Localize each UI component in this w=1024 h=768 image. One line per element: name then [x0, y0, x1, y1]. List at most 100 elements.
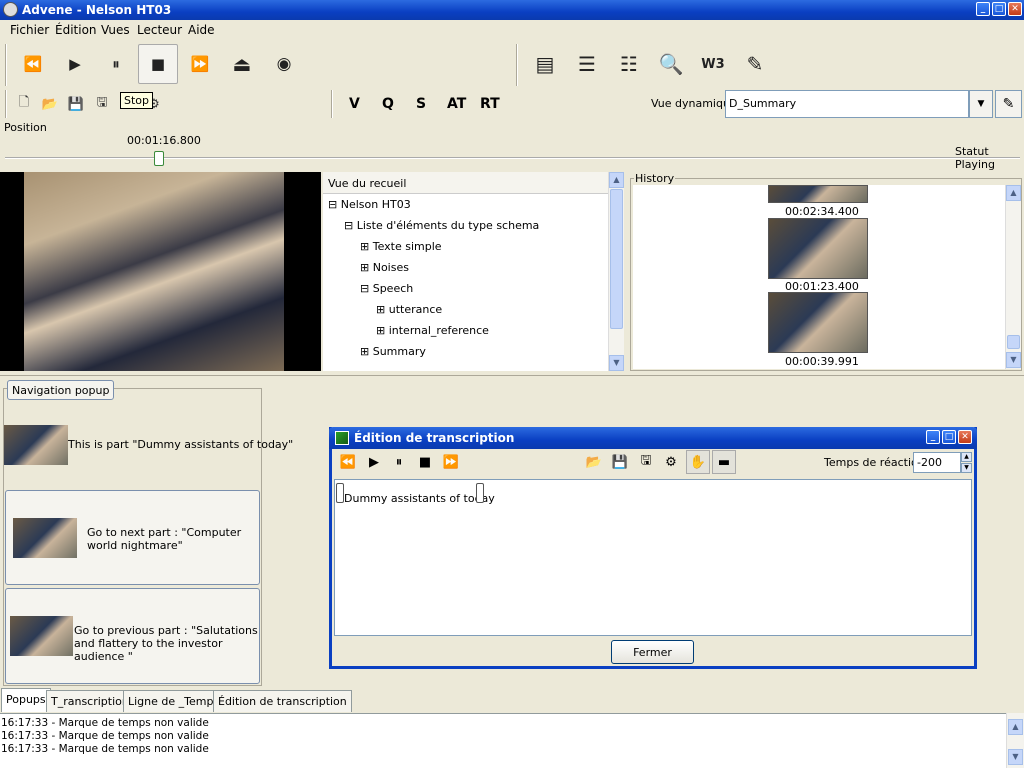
history-scrollbar[interactable]: ▲ ▼ [1005, 185, 1021, 369]
expand-icon[interactable]: ⊞ [360, 261, 369, 274]
position-slider-thumb[interactable] [154, 151, 165, 166]
tree-scrollbar-thumb[interactable] [610, 189, 623, 329]
expand-icon[interactable]: ⊞ [360, 345, 369, 358]
log-scrollbar[interactable]: ▲ ▼ [1006, 713, 1024, 768]
reaction-time-input[interactable]: -200 [913, 452, 961, 473]
dialog-pause-button[interactable]: ⏸ [389, 452, 409, 472]
dynamic-view-select[interactable]: D_Summary [725, 90, 969, 118]
edit-dynamic-view-button[interactable]: ✎ [995, 90, 1022, 118]
tree-item-speech[interactable]: ⊟ Speech [360, 282, 413, 295]
forward-button[interactable]: ⏩ [180, 44, 220, 84]
dialog-rewind-button[interactable]: ⏪ [338, 452, 358, 472]
dialog-maximize-button[interactable]: □ [942, 430, 956, 444]
history-thumbnail[interactable] [768, 218, 868, 279]
dialog-hand-toggle[interactable]: ✋ [686, 450, 710, 474]
search-button[interactable]: 🔍 [651, 44, 691, 84]
quick-button-at[interactable]: AT [447, 96, 466, 112]
stop-button[interactable]: ■ [138, 44, 178, 84]
expand-icon[interactable]: ⊞ [376, 324, 385, 337]
tree-item-nelson[interactable]: ⊟ Nelson HT03 [328, 198, 411, 211]
forward-icon: ⏩ [442, 454, 460, 470]
menu-vues[interactable]: Vues [101, 23, 130, 37]
dialog-import-button[interactable]: ⚙ [661, 452, 681, 472]
navigation-popup-label[interactable]: Navigation popup [7, 380, 115, 400]
scroll-up-icon[interactable]: ▲ [609, 172, 624, 188]
dialog-play-button[interactable]: ▶ [364, 452, 384, 472]
edit-notes-button[interactable]: ✎ [735, 44, 775, 84]
time-mark[interactable] [476, 483, 484, 503]
history-thumbnail[interactable] [768, 185, 868, 203]
dialog-stop-button[interactable]: ■ [415, 452, 435, 472]
transcription-text[interactable]: Dummy assistants of today [344, 492, 495, 505]
eject-button[interactable]: ⏏ [222, 44, 262, 84]
menu-fichier[interactable]: Fichier [10, 23, 49, 37]
tree-item-schema-list[interactable]: ⊟ Liste d'éléments du type schema [344, 219, 539, 232]
w3-web-button[interactable]: W3 [693, 44, 733, 84]
tab-transcription-edit[interactable]: Édition de transcription [213, 690, 352, 712]
save-as-button[interactable]: 🖫 [93, 95, 111, 113]
collapse-icon[interactable]: ⊟ [360, 282, 369, 295]
quick-button-v[interactable]: V [349, 96, 360, 112]
dialog-save-button[interactable]: 💾 [610, 452, 630, 472]
dialog-mark-toggle[interactable]: ▬ [712, 450, 736, 474]
dialog-save-as-button[interactable]: 🖫 [636, 452, 656, 472]
scroll-down-icon[interactable]: ▼ [1006, 352, 1021, 368]
log-line: 16:17:33 - Marque de temps non valide [1, 730, 209, 742]
collapse-icon[interactable]: ⊟ [344, 219, 353, 232]
play-button[interactable]: ▶ [55, 44, 95, 84]
dialog-close-button[interactable]: ✕ [958, 430, 972, 444]
spin-down-icon[interactable]: ▼ [961, 463, 972, 473]
tree-item-utterance[interactable]: ⊞ utterance [376, 303, 442, 316]
expand-icon[interactable]: ⊞ [376, 303, 385, 316]
quick-button-q[interactable]: Q [382, 96, 394, 112]
dynamic-view-dropdown[interactable]: ▼ [969, 90, 993, 118]
scroll-down-icon[interactable]: ▼ [1008, 749, 1023, 765]
scroll-down-icon[interactable]: ▼ [609, 355, 624, 371]
new-file-button[interactable]: 🗋 [15, 95, 33, 113]
time-mark[interactable] [336, 483, 344, 503]
maximize-button[interactable]: □ [992, 2, 1006, 16]
stop-icon: ■ [418, 454, 432, 470]
history-time[interactable]: 00:00:39.991 [785, 355, 859, 368]
save-as-icon: 🖫 [96, 95, 108, 110]
transcription-text-area[interactable]: Dummy assistants of today [334, 479, 972, 636]
open-button[interactable]: 📂 [41, 95, 59, 113]
quick-button-s[interactable]: S [416, 96, 426, 112]
minimize-button[interactable]: _ [976, 2, 990, 16]
save-button[interactable]: 💾 [67, 95, 85, 113]
timeline-view-button[interactable]: ▤ [525, 44, 565, 84]
spin-up-icon[interactable]: ▲ [961, 452, 972, 462]
tree-view-button[interactable]: ☰ [567, 44, 607, 84]
dialog-minimize-button[interactable]: _ [926, 430, 940, 444]
rewind-button[interactable]: ⏪ [13, 44, 53, 84]
quick-button-rt[interactable]: RT [480, 96, 500, 112]
tree-item-internal-reference[interactable]: ⊞ internal_reference [376, 324, 489, 337]
video-player[interactable] [0, 172, 321, 371]
history-scrollbar-thumb[interactable] [1007, 335, 1020, 349]
tree-scrollbar[interactable]: ▲ ▼ [608, 172, 624, 371]
expand-icon[interactable]: ⊞ [360, 240, 369, 253]
close-button[interactable]: ✕ [1008, 2, 1022, 16]
tree-item-texte-simple[interactable]: ⊞ Texte simple [360, 240, 442, 253]
collapse-icon[interactable]: ⊟ [328, 198, 337, 211]
dialog-open-button[interactable]: 📂 [584, 452, 604, 472]
fermer-button[interactable]: Fermer [611, 640, 694, 664]
tab-transcription[interactable]: T_ranscription [46, 690, 134, 712]
menu-aide[interactable]: Aide [188, 23, 215, 37]
tree-item-noises[interactable]: ⊞ Noises [360, 261, 409, 274]
menu-edition[interactable]: Édition [55, 23, 97, 37]
next-part-button[interactable]: Go to next part : "Computer world nightm… [5, 490, 260, 585]
transcription-view-button[interactable]: ☷ [609, 44, 649, 84]
history-time[interactable]: 00:02:34.400 [785, 205, 859, 218]
menu-lecteur[interactable]: Lecteur [137, 23, 182, 37]
record-button[interactable]: ◉ [264, 44, 304, 84]
scroll-up-icon[interactable]: ▲ [1008, 719, 1023, 735]
previous-part-button[interactable]: Go to previous part : "Salutations and f… [5, 588, 260, 684]
scroll-up-icon[interactable]: ▲ [1006, 185, 1021, 201]
history-thumbnail[interactable] [768, 292, 868, 353]
pause-button[interactable]: ⏸ [96, 44, 136, 84]
tree-item-summary[interactable]: ⊞ Summary [360, 345, 426, 358]
tab-timeline[interactable]: Ligne de _Temps [123, 690, 225, 712]
dialog-forward-button[interactable]: ⏩ [441, 452, 461, 472]
tab-popups[interactable]: Popups [1, 688, 51, 712]
